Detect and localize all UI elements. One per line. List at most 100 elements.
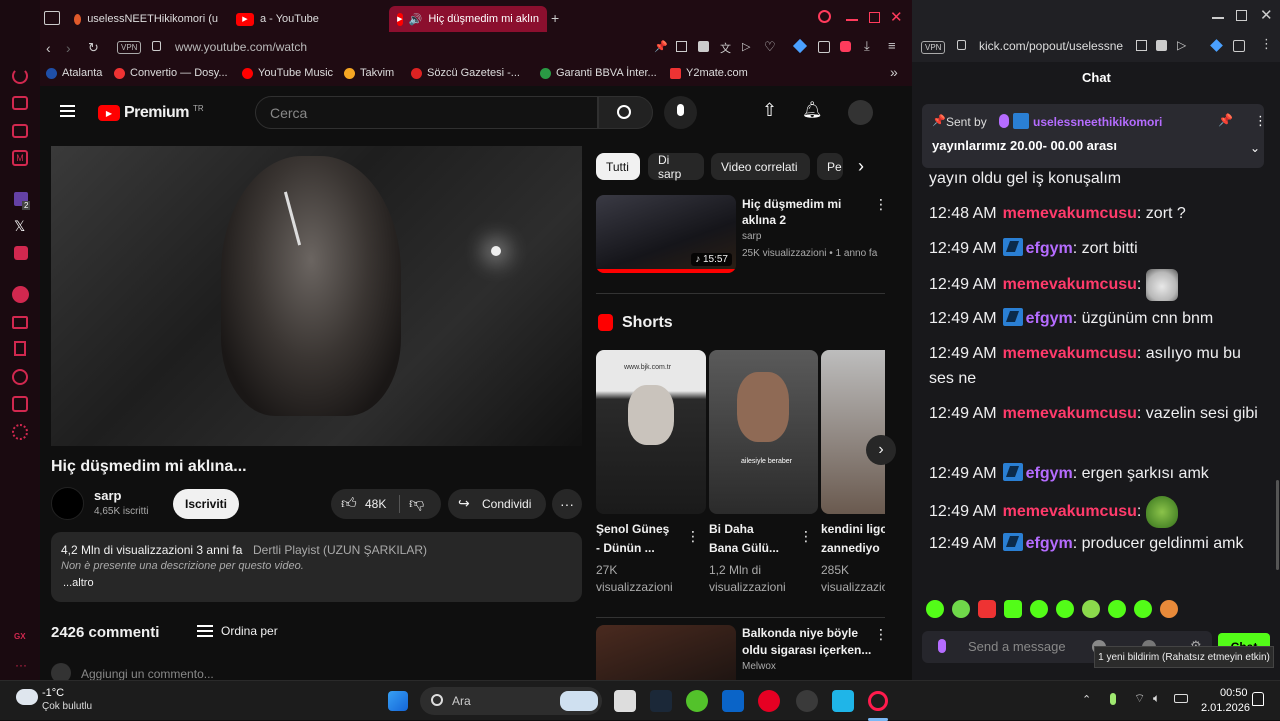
volume-icon[interactable]: 🔈︎ (1153, 691, 1160, 706)
url-input[interactable]: www.youtube.com/watch (175, 40, 307, 54)
adblock-icon[interactable] (1156, 40, 1167, 51)
chat-username[interactable]: memevakumcusu (1003, 205, 1137, 222)
add-comment-input[interactable]: Aggiungi un commento... (81, 667, 214, 680)
chatgpt-icon[interactable] (796, 690, 818, 712)
messenger-icon[interactable]: M (12, 150, 28, 166)
bookmark-youtube-music[interactable]: YouTube Music (242, 67, 333, 79)
opera-gx-taskbar-icon[interactable] (868, 691, 888, 711)
bookmark-y2mate[interactable]: Y2mate.com (670, 67, 748, 79)
rec-more-icon[interactable]: ⋮ (874, 626, 888, 643)
rec-channel[interactable]: Melwox (742, 661, 776, 672)
new-tab-icon[interactable]: + (551, 10, 559, 26)
chip-all[interactable]: Tutti (596, 153, 640, 180)
pinterest-icon[interactable] (758, 690, 780, 712)
upload-icon[interactable]: ⇧ (762, 100, 777, 121)
speaker-icon[interactable]: 🔊 (409, 13, 423, 26)
channel-name[interactable]: sarp (94, 488, 121, 503)
close-icon[interactable]: ✕ (1260, 6, 1273, 24)
short-title-cont[interactable]: zannediyo (821, 541, 885, 555)
steam-icon[interactable] (650, 690, 672, 712)
emote-icon[interactable] (978, 600, 996, 618)
task-view-icon[interactable] (614, 690, 636, 712)
clock-date[interactable]: 2.01.2026 (1201, 702, 1250, 714)
search-button[interactable] (598, 96, 653, 129)
close-icon[interactable]: ✕ (890, 8, 903, 26)
history-icon[interactable] (12, 369, 28, 385)
short-title[interactable]: kendini ligo (821, 522, 885, 536)
more-icon[interactable]: ··· (15, 658, 27, 672)
notepad-icon[interactable] (832, 690, 854, 712)
tab-youtube-active[interactable]: ▶ 🔊 Hiç düşmedim mi aklın (389, 6, 547, 32)
crypto-icon[interactable] (792, 38, 808, 54)
rec-title[interactable]: Hiç düşmedim mi (742, 196, 841, 212)
game-icon[interactable] (686, 690, 708, 712)
lock-icon[interactable] (957, 40, 966, 50)
tab-kick[interactable]: uselessNEETHikikomori (u (66, 6, 226, 32)
reload-icon[interactable]: ↻ (88, 40, 99, 56)
shorts-next-icon[interactable]: › (866, 435, 896, 465)
windows-start-icon[interactable] (388, 691, 408, 711)
emote-icon[interactable] (926, 600, 944, 618)
folder-icon[interactable] (12, 316, 28, 329)
share-button[interactable]: ↪ Condividi (448, 489, 546, 519)
short-more-icon[interactable]: ⋮ (799, 528, 813, 545)
emote-icon[interactable] (1056, 600, 1074, 618)
chat-message[interactable]: 12:49 AM memevakumcusu: vazelin sesi gibi (929, 401, 1259, 426)
chip-partial[interactable]: Pe (817, 153, 843, 180)
back-icon[interactable]: ‹ (46, 40, 51, 56)
snapshot-icon[interactable] (1136, 40, 1147, 51)
chat-username[interactable]: memevakumcusu (1003, 345, 1137, 362)
avatar[interactable] (848, 100, 873, 125)
short-thumbnail-3[interactable] (821, 350, 885, 514)
rec-title-cont[interactable]: oldu sigarası içerken... (742, 643, 871, 657)
bookmark-sozcu[interactable]: Sözcü Gazetesi -... (411, 67, 520, 79)
rec-channel[interactable]: sarp (742, 231, 761, 242)
chat-username[interactable]: memevakumcusu (1003, 276, 1137, 293)
crypto-icon[interactable] (1210, 39, 1223, 52)
mail-icon[interactable] (722, 690, 744, 712)
lock-icon[interactable] (152, 41, 161, 51)
battery-icon[interactable] (1174, 694, 1188, 703)
emote-icon[interactable] (1160, 600, 1178, 618)
dislike-icon[interactable]: 👎︎ (409, 495, 424, 513)
maximize-icon[interactable] (1236, 10, 1247, 21)
pinned-message[interactable]: 📌 Sent by uselessneethikikomori 📌 ⋮ yayı… (922, 104, 1267, 168)
subscribe-button[interactable]: Iscriviti (173, 489, 239, 519)
chat-message[interactable]: 12:49 AM efgym: producer geldinmi amk (929, 531, 1259, 556)
chat-message[interactable]: 12:49 AM efgym: ergen şarkısı amk (929, 461, 1259, 486)
wifi-icon[interactable]: ⌔ (1134, 691, 1145, 706)
chat-username[interactable]: efgym (1026, 240, 1073, 257)
chat-username[interactable]: efgym (1026, 310, 1073, 327)
vpn-badge[interactable]: VPN (921, 41, 946, 54)
tiktok-icon[interactable] (14, 246, 28, 260)
chevron-down-icon[interactable]: ⌄ (1250, 141, 1260, 155)
sort-icon[interactable] (197, 625, 213, 627)
url-input[interactable]: kick.com/popout/uselessne (979, 39, 1123, 53)
vpn-badge[interactable]: VPN (117, 41, 142, 54)
notification-bell-icon[interactable] (1252, 692, 1264, 706)
emote-icon[interactable] (1082, 600, 1100, 618)
snapshot-icon[interactable] (676, 41, 687, 52)
settings-gear-icon[interactable] (12, 424, 28, 440)
heart-icon[interactable]: ♡ (764, 39, 776, 55)
chat-scrollbar[interactable] (1276, 480, 1279, 570)
minimize-icon[interactable] (1212, 17, 1224, 19)
bookmark-takvim[interactable]: Takvim (344, 67, 394, 79)
short-thumbnail-2[interactable]: ailesiyle beraber (709, 350, 818, 514)
youtube-premium-logo[interactable]: ▶ Premium TR (98, 104, 204, 122)
clock-time[interactable]: 00:50 (1220, 687, 1248, 699)
bookmark-garanti[interactable]: Garanti BBVA İnter... (540, 67, 657, 79)
chip-related[interactable]: Video correlati (711, 153, 810, 180)
x-twitter-icon[interactable]: 𝕏 (14, 218, 25, 235)
pin-icon[interactable] (14, 341, 26, 356)
chat-message[interactable]: 12:48 AM memevakumcusu: zort ? (929, 201, 1259, 226)
short-more-icon[interactable]: ⋮ (686, 528, 700, 545)
pinned-user[interactable]: uselessneethikikomori (1033, 115, 1162, 129)
chat-message[interactable]: 12:49 AM efgym: zort bitti (929, 236, 1259, 261)
pinned-more-icon[interactable]: ⋮ (1254, 113, 1267, 129)
notifications-bell-icon[interactable]: 🔔︎ (802, 100, 822, 120)
tab-search-icon[interactable] (44, 11, 60, 25)
maximize-icon[interactable] (869, 12, 880, 23)
tab-youtube-a[interactable]: ▶ a - YouTube (228, 6, 384, 32)
extensions-sidebar-icon[interactable] (12, 124, 28, 138)
